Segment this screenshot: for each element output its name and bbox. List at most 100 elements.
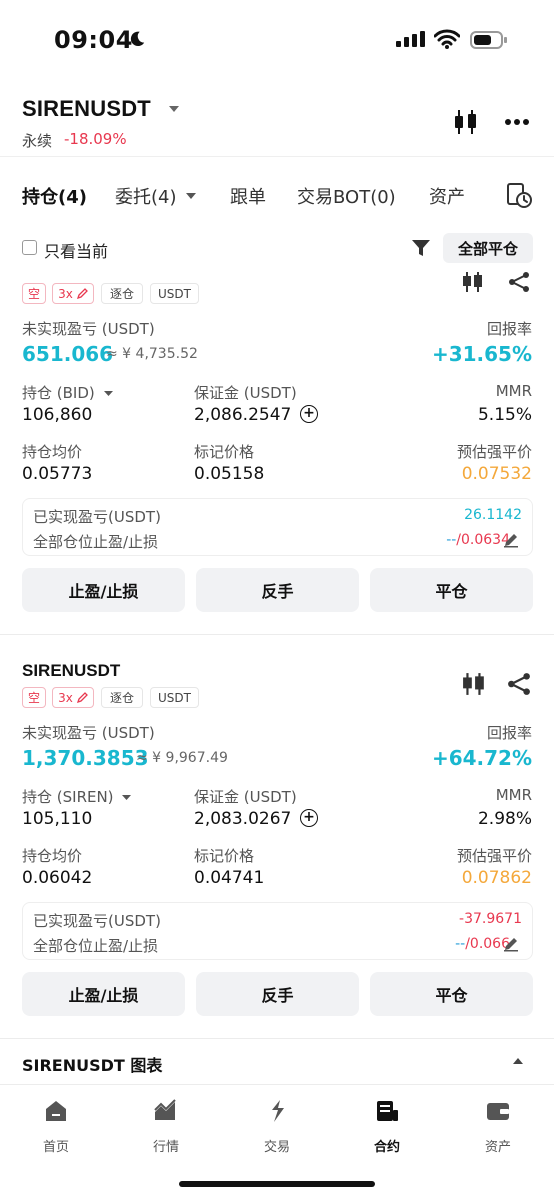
caret-down-icon[interactable]: [168, 104, 180, 114]
candlestick-chart-icon[interactable]: [462, 272, 484, 292]
candlestick-chart-icon[interactable]: [453, 108, 479, 136]
nav-home-label: 首页: [42, 1140, 69, 1155]
margin-mode-tag: 逐仓: [101, 283, 143, 304]
quote-tag: USDT: [150, 687, 199, 708]
nav-assets[interactable]: 资产: [458, 1098, 538, 1155]
chart-toggle-title[interactable]: SIRENUSDT 图表: [22, 1052, 162, 1076]
tab-orders[interactable]: 委托(4): [115, 183, 177, 209]
markets-chart-icon: [154, 1099, 176, 1120]
battery-icon: [470, 31, 507, 49]
pair-title[interactable]: SIRENUSDT: [22, 96, 151, 122]
more-icon[interactable]: [504, 118, 530, 126]
header-divider: [0, 156, 554, 157]
caret-down-icon[interactable]: [122, 794, 131, 801]
mark-price-value: 0.04741: [194, 868, 265, 888]
status-time: 09:04: [54, 26, 133, 54]
tab-trading-bot[interactable]: 交易BOT(0): [297, 183, 396, 209]
only-current-checkbox[interactable]: [22, 240, 37, 255]
nav-markets[interactable]: 行情: [126, 1098, 206, 1155]
add-margin-icon[interactable]: +: [300, 809, 318, 827]
nav-assets-label: 资产: [484, 1140, 511, 1155]
mmr-value: 5.15%: [477, 405, 532, 425]
margin-value: 2,086.2547: [194, 405, 292, 425]
reverse-button[interactable]: 反手: [196, 568, 359, 612]
unrealized-pnl-value: 1,370.3853: [22, 746, 149, 770]
unrealized-pnl-cny: ≈ ¥ 9,967.49: [136, 750, 228, 766]
liq-price-label: 预估强平价: [456, 847, 532, 865]
caret-down-icon[interactable]: [186, 192, 196, 200]
sl-value: /0.0634: [456, 532, 510, 548]
nav-trade[interactable]: 交易: [237, 1098, 317, 1155]
tpsl-value: --/0.0634: [446, 532, 510, 548]
nav-markets-label: 行情: [152, 1140, 179, 1155]
card-divider: [0, 634, 554, 635]
tab-positions[interactable]: 持仓(4): [22, 183, 87, 209]
roe-label: 回报率: [486, 724, 532, 742]
mmr-value: 2.98%: [477, 809, 532, 829]
leverage-tag[interactable]: 3x: [52, 283, 94, 304]
entry-price-value: 0.06042: [22, 868, 93, 888]
position-size-label[interactable]: 持仓 (SIREN): [22, 786, 114, 807]
home-icon: [46, 1101, 66, 1121]
tp-value: --: [446, 532, 457, 548]
position-size-value: 106,860: [22, 405, 93, 425]
home-indicator[interactable]: [179, 1181, 375, 1187]
position-size-label[interactable]: 持仓 (BID): [22, 382, 95, 403]
card-divider: [0, 1038, 554, 1039]
tab-copy-trading[interactable]: 跟单: [230, 183, 266, 209]
only-current-label[interactable]: 只看当前: [44, 238, 108, 262]
edit-icon[interactable]: [503, 936, 519, 952]
share-icon[interactable]: [507, 672, 531, 696]
nav-trade-label: 交易: [263, 1140, 290, 1155]
realized-pnl-label: 已实现盈亏(USDT): [33, 912, 161, 930]
mmr-label: MMR: [495, 382, 532, 400]
reverse-button[interactable]: 反手: [196, 972, 359, 1016]
unrealized-pnl-label: 未实现盈亏 (USDT): [22, 320, 155, 338]
contract-type-label: 永续: [22, 132, 53, 150]
unrealized-pnl-label: 未实现盈亏 (USDT): [22, 724, 155, 742]
edit-icon[interactable]: [503, 532, 519, 548]
quote-tag: USDT: [150, 283, 199, 304]
share-icon[interactable]: [508, 272, 530, 292]
tp-value: --: [455, 936, 466, 952]
candlestick-chart-icon[interactable]: [462, 672, 486, 696]
side-tag: 空: [22, 687, 46, 708]
leverage-value: 3x: [58, 286, 73, 301]
close-all-button[interactable]: 全部平仓: [443, 233, 533, 263]
mmr-label: MMR: [495, 786, 532, 804]
side-tag: 空: [22, 283, 46, 304]
nav-futures[interactable]: 合约: [347, 1098, 427, 1155]
nav-home[interactable]: 首页: [16, 1098, 96, 1155]
bottom-nav-divider: [0, 1084, 554, 1085]
caret-down-icon[interactable]: [104, 390, 113, 397]
tpsl-value: --/0.066: [455, 936, 510, 952]
wallet-icon: [487, 1103, 509, 1120]
edit-icon: [76, 691, 88, 703]
tpsl-button[interactable]: 止盈/止损: [22, 972, 185, 1016]
filter-icon[interactable]: [411, 238, 431, 258]
add-margin-icon[interactable]: +: [300, 405, 318, 423]
mark-price-label: 标记价格: [194, 443, 255, 461]
unrealized-pnl-cny: ≈ ¥ 4,735.52: [106, 346, 198, 362]
close-position-button[interactable]: 平仓: [370, 972, 533, 1016]
leverage-tag[interactable]: 3x: [52, 687, 94, 708]
margin-label: 保证金 (USDT): [194, 384, 297, 402]
price-change: -18.09%: [64, 130, 127, 148]
edit-icon: [76, 287, 88, 299]
cellular-signal-icon: [396, 31, 425, 47]
mark-price-value: 0.05158: [194, 464, 265, 484]
mark-price-label: 标记价格: [194, 847, 255, 865]
trade-swap-icon: [272, 1100, 284, 1122]
entry-price-value: 0.05773: [22, 464, 93, 484]
close-position-button[interactable]: 平仓: [370, 568, 533, 612]
realized-pnl-value: -37.9671: [459, 911, 522, 927]
tpsl-button[interactable]: 止盈/止损: [22, 568, 185, 612]
history-icon[interactable]: [506, 182, 532, 208]
roe-value: +31.65%: [431, 342, 532, 366]
liq-price-label: 预估强平价: [456, 443, 532, 461]
tab-assets[interactable]: 资产: [429, 183, 465, 209]
margin-mode-tag: 逐仓: [101, 687, 143, 708]
caret-up-icon[interactable]: [512, 1056, 524, 1066]
tpsl-label: 全部仓位止盈/止损: [33, 533, 159, 551]
moon-icon: [130, 31, 145, 47]
